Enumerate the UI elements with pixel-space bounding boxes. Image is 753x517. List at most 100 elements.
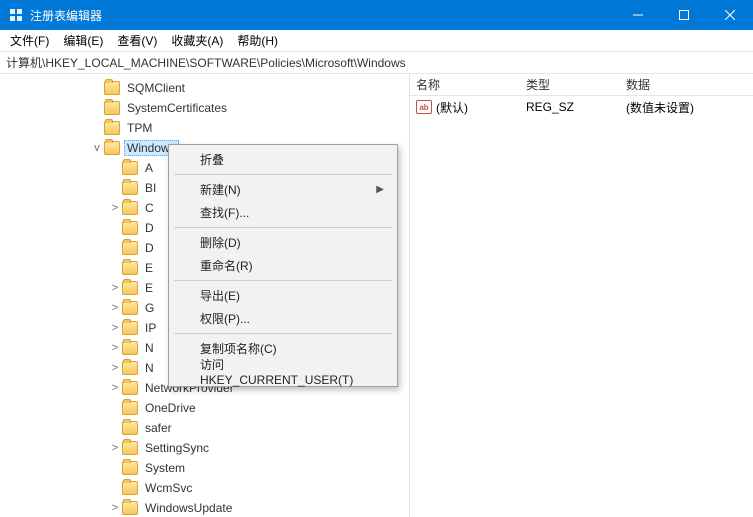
folder-icon xyxy=(122,421,138,435)
context-menu-item[interactable]: 访问 HKEY_CURRENT_USER(T) xyxy=(172,360,394,383)
folder-icon xyxy=(122,361,138,375)
folder-icon xyxy=(122,281,138,295)
value-row[interactable]: ab (默认) REG_SZ (数值未设置) xyxy=(410,96,753,116)
tree-node-label: SettingSync xyxy=(142,440,212,456)
context-menu-separator xyxy=(174,227,392,228)
tree-node-label: N xyxy=(142,360,157,376)
tree-node[interactable]: > SettingSync xyxy=(0,438,409,458)
folder-icon xyxy=(122,401,138,415)
context-menu-item-label: 复制项名称(C) xyxy=(200,340,277,357)
context-menu-item[interactable]: 删除(D) xyxy=(172,231,394,254)
menu-favorites[interactable]: 收藏夹(A) xyxy=(165,30,229,51)
context-menu-item[interactable]: 权限(P)... xyxy=(172,307,394,330)
context-menu-item-label: 权限(P)... xyxy=(200,310,250,327)
tree-node[interactable]: TPM xyxy=(0,118,409,138)
menu-edit[interactable]: 编辑(E) xyxy=(57,30,109,51)
context-menu: 折叠新建(N) ▶ 查找(F)... 删除(D) 重命名(R) 导出(E) 权限(P)...… xyxy=(168,144,398,387)
context-menu-separator xyxy=(174,333,392,334)
tree-node[interactable]: WcmSvc xyxy=(0,478,409,498)
folder-icon xyxy=(122,181,138,195)
tree-node-label: safer xyxy=(142,420,175,436)
tree-twisty-icon[interactable]: > xyxy=(108,342,122,354)
tree-twisty-icon[interactable]: > xyxy=(108,362,122,374)
tree-node[interactable]: SQMClient xyxy=(0,78,409,98)
folder-icon xyxy=(104,141,120,155)
folder-icon xyxy=(122,481,138,495)
tree-node-label: WcmSvc xyxy=(142,480,195,496)
tree-node-label: D xyxy=(142,220,157,236)
folder-icon xyxy=(122,301,138,315)
tree-node[interactable]: safer xyxy=(0,418,409,438)
minimize-button[interactable] xyxy=(615,0,661,30)
context-menu-item-label: 重命名(R) xyxy=(200,257,253,274)
submenu-arrow-icon: ▶ xyxy=(376,184,384,195)
col-name[interactable]: 名称 xyxy=(410,76,520,93)
folder-icon xyxy=(122,161,138,175)
folder-icon xyxy=(122,221,138,235)
tree-node[interactable]: SystemCertificates xyxy=(0,98,409,118)
folder-icon xyxy=(122,441,138,455)
value-type: REG_SZ xyxy=(520,100,620,114)
tree-node-label: D xyxy=(142,240,157,256)
tree-node[interactable]: > WindowsUpdate xyxy=(0,498,409,517)
tree-node[interactable]: OneDrive xyxy=(0,398,409,418)
context-menu-separator xyxy=(174,174,392,175)
tree-twisty-icon[interactable]: > xyxy=(108,282,122,294)
folder-icon xyxy=(122,261,138,275)
tree-twisty-icon[interactable]: > xyxy=(108,442,122,454)
tree-node-label: SQMClient xyxy=(124,80,188,96)
column-headers: 名称 类型 数据 xyxy=(410,74,753,96)
context-menu-item[interactable]: 导出(E) xyxy=(172,284,394,307)
tree-node-label: E xyxy=(142,280,156,296)
title-bar: 注册表编辑器 xyxy=(0,0,753,30)
tree-node-label: WindowsUpdate xyxy=(142,500,235,516)
window-title: 注册表编辑器 xyxy=(30,7,615,24)
values-pane[interactable]: 名称 类型 数据 ab (默认) REG_SZ (数值未设置) xyxy=(410,74,753,517)
context-menu-item-label: 导出(E) xyxy=(200,287,240,304)
folder-icon xyxy=(122,201,138,215)
tree-twisty-icon[interactable]: v xyxy=(90,142,104,154)
context-menu-item[interactable]: 新建(N) ▶ xyxy=(172,178,394,201)
regedit-icon xyxy=(8,7,24,23)
tree-node-label: SystemCertificates xyxy=(124,100,230,116)
menu-view[interactable]: 查看(V) xyxy=(111,30,163,51)
context-menu-item-label: 折叠 xyxy=(200,151,224,168)
tree-node-label: E xyxy=(142,260,156,276)
tree-twisty-icon[interactable]: > xyxy=(108,322,122,334)
tree-twisty-icon[interactable]: > xyxy=(108,382,122,394)
context-menu-item[interactable]: 折叠 xyxy=(172,148,394,171)
tree-pane[interactable]: SQMClientSystemCertificatesTPMvWindowsAB… xyxy=(0,74,410,517)
context-menu-item-label: 查找(F)... xyxy=(200,204,249,221)
menu-help[interactable]: 帮助(H) xyxy=(231,30,284,51)
tree-node-label: G xyxy=(142,300,157,316)
window-controls xyxy=(615,0,753,30)
context-menu-item[interactable]: 重命名(R) xyxy=(172,254,394,277)
col-data[interactable]: 数据 xyxy=(620,76,753,93)
context-menu-item[interactable]: 查找(F)... xyxy=(172,201,394,224)
folder-icon xyxy=(122,321,138,335)
tree-twisty-icon[interactable]: > xyxy=(108,202,122,214)
tree-twisty-icon[interactable]: > xyxy=(108,502,122,514)
string-value-icon: ab xyxy=(416,100,432,114)
folder-icon xyxy=(104,81,120,95)
address-bar[interactable]: 计算机\HKEY_LOCAL_MACHINE\SOFTWARE\Policies… xyxy=(0,52,753,74)
tree-node-label: IP xyxy=(142,320,159,336)
tree-node-label: OneDrive xyxy=(142,400,199,416)
menu-bar: 文件(F) 编辑(E) 查看(V) 收藏夹(A) 帮助(H) xyxy=(0,30,753,52)
address-text: 计算机\HKEY_LOCAL_MACHINE\SOFTWARE\Policies… xyxy=(6,54,406,71)
context-menu-item-label: 新建(N) xyxy=(200,181,241,198)
context-menu-item-label: 删除(D) xyxy=(200,234,241,251)
close-button[interactable] xyxy=(707,0,753,30)
folder-icon xyxy=(122,501,138,515)
tree-twisty-icon[interactable]: > xyxy=(108,302,122,314)
col-type[interactable]: 类型 xyxy=(520,76,620,93)
tree-node-label: BI xyxy=(142,180,159,196)
folder-icon xyxy=(104,101,120,115)
maximize-button[interactable] xyxy=(661,0,707,30)
tree-node-label: TPM xyxy=(124,120,155,136)
menu-file[interactable]: 文件(F) xyxy=(4,30,55,51)
tree-node-label: N xyxy=(142,340,157,356)
value-data: (数值未设置) xyxy=(620,99,753,116)
tree-node-label: System xyxy=(142,460,188,476)
tree-node[interactable]: System xyxy=(0,458,409,478)
